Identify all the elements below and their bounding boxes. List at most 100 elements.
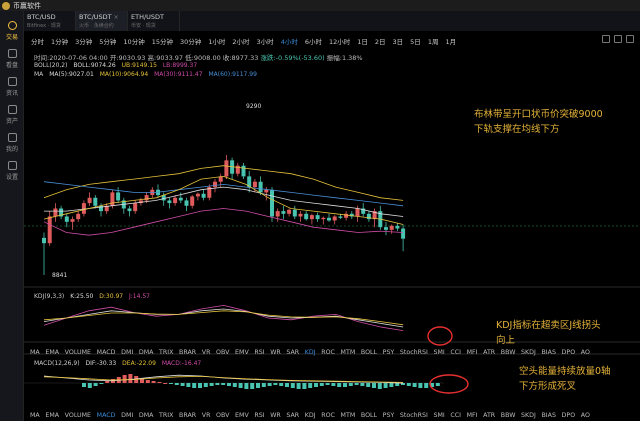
tab-btc-usd[interactable]: BTC/USD Bitfinex · 现货 [24, 11, 76, 31]
sidebar-item-market[interactable]: 看盘 [0, 49, 24, 69]
indicator-icon[interactable] [614, 35, 622, 43]
indicator-mfi[interactable]: MFI [467, 349, 478, 356]
boll-upper-line [43, 165, 404, 201]
sidebar-item-assets[interactable]: 资产 [0, 105, 24, 125]
macd-bar [99, 383, 104, 384]
macd-bar [412, 383, 417, 387]
tab-btc-usdt[interactable]: BTC/USDT × 火币 · 永续合约 [76, 11, 128, 31]
indicator-roc[interactable]: ROC [321, 349, 335, 356]
period-9[interactable]: 3小时 [257, 36, 274, 46]
indicator-brar[interactable]: BRAR [179, 349, 196, 356]
indicator-dpo[interactable]: DPO [562, 349, 576, 356]
period-1[interactable]: 1分钟 [51, 36, 68, 46]
period-17[interactable]: 1周 [428, 36, 439, 46]
sidebar-item-profile[interactable]: 我的 [0, 133, 24, 153]
indicator-emv[interactable]: EMV [235, 349, 249, 356]
period-4[interactable]: 10分钟 [123, 36, 144, 46]
indicator-ma[interactable]: MA [30, 349, 40, 356]
indicator-dmi[interactable]: DMI [121, 349, 133, 356]
settings-icon[interactable] [626, 35, 634, 43]
macd-bar [343, 383, 347, 387]
sidebar-item-settings[interactable]: 设置 [0, 161, 24, 181]
draw-tool-icon[interactable] [602, 35, 610, 43]
candle-body [332, 216, 337, 221]
period-13[interactable]: 1日 [357, 36, 368, 46]
indicator-ema[interactable]: EMA [45, 349, 59, 356]
indicator-ma[interactable]: MA [30, 412, 40, 419]
sidebar-item-trade[interactable]: 交易 [0, 21, 24, 41]
indicator-kdj[interactable]: KDJ [305, 412, 316, 419]
indicator-wr[interactable]: WR [270, 349, 281, 356]
indicator-smi[interactable]: SMI [433, 349, 444, 356]
chart-icon [7, 49, 17, 58]
indicator-volume[interactable]: VOLUME [65, 412, 91, 419]
indicator-bias[interactable]: BIAS [541, 349, 555, 356]
indicator-dmi[interactable]: DMI [121, 412, 133, 419]
indicator-psy[interactable]: PSY [383, 349, 395, 356]
indicator-ao[interactable]: AO [581, 412, 590, 419]
indicator-ema[interactable]: EMA [45, 412, 59, 419]
indicator-dpo[interactable]: DPO [562, 412, 576, 419]
period-3[interactable]: 5分钟 [99, 36, 116, 46]
period-11[interactable]: 6小时 [305, 36, 322, 46]
indicator-trix[interactable]: TRIX [159, 349, 173, 356]
indicator-bbw[interactable]: BBW [501, 412, 516, 419]
candle-body [184, 200, 189, 206]
period-15[interactable]: 3日 [393, 36, 404, 46]
period-5[interactable]: 15分钟 [152, 36, 173, 46]
indicator-roc[interactable]: ROC [321, 412, 335, 419]
indicator-vr[interactable]: VR [202, 412, 211, 419]
indicator-trix[interactable]: TRIX [159, 412, 173, 419]
indicator-mfi[interactable]: MFI [467, 412, 478, 419]
indicator-sar[interactable]: SAR [286, 412, 299, 419]
indicator-bias[interactable]: BIAS [541, 412, 555, 419]
indicator-cci[interactable]: CCI [450, 412, 461, 419]
indicator-ao[interactable]: AO [581, 349, 590, 356]
indicator-stochrsi[interactable]: StochRSI [400, 349, 428, 356]
macd-bar [256, 383, 260, 388]
indicator-mtm[interactable]: MTM [341, 412, 356, 419]
period-16[interactable]: 5日 [410, 36, 421, 46]
indicator-skdj[interactable]: SKDJ [521, 412, 536, 419]
indicator-boll[interactable]: BOLL [361, 349, 377, 356]
indicator-dma[interactable]: DMA [139, 349, 154, 356]
candle-body [241, 165, 246, 177]
indicator-bbw[interactable]: BBW [501, 349, 516, 356]
indicator-psy[interactable]: PSY [383, 412, 395, 419]
period-10[interactable]: 4小时 [281, 36, 298, 46]
indicator-brar[interactable]: BRAR [179, 412, 196, 419]
indicator-atr[interactable]: ATR [483, 349, 495, 356]
period-8[interactable]: 2小时 [232, 36, 249, 46]
indicator-stochrsi[interactable]: StochRSI [400, 412, 428, 419]
indicator-skdj[interactable]: SKDJ [521, 349, 536, 356]
period-7[interactable]: 1小时 [208, 36, 225, 46]
indicator-obv[interactable]: OBV [216, 349, 229, 356]
indicator-cci[interactable]: CCI [450, 349, 461, 356]
indicator-macd[interactable]: MACD [97, 412, 116, 419]
indicator-atr[interactable]: ATR [483, 412, 495, 419]
sidebar-item-news[interactable]: 资讯 [0, 77, 24, 97]
macd-bar [308, 383, 313, 388]
indicator-mtm[interactable]: MTM [341, 349, 356, 356]
indicator-emv[interactable]: EMV [235, 412, 249, 419]
indicator-dma[interactable]: DMA [139, 412, 154, 419]
indicator-kdj[interactable]: KDJ [305, 349, 316, 356]
indicator-sar[interactable]: SAR [286, 349, 299, 356]
period-18[interactable]: 1月 [445, 36, 456, 46]
indicator-vr[interactable]: VR [202, 349, 211, 356]
indicator-obv[interactable]: OBV [216, 412, 229, 419]
close-icon[interactable]: × [114, 14, 119, 21]
indicator-volume[interactable]: VOLUME [65, 349, 91, 356]
indicator-rsi[interactable]: RSI [254, 412, 264, 419]
indicator-wr[interactable]: WR [270, 412, 281, 419]
period-12[interactable]: 12小时 [329, 36, 350, 46]
period-14[interactable]: 2日 [375, 36, 386, 46]
indicator-macd[interactable]: MACD [97, 349, 116, 356]
indicator-smi[interactable]: SMI [433, 412, 444, 419]
period-2[interactable]: 3分钟 [75, 36, 92, 46]
indicator-rsi[interactable]: RSI [254, 349, 264, 356]
period-6[interactable]: 30分钟 [180, 36, 201, 46]
period-0[interactable]: 分时 [31, 36, 44, 46]
indicator-boll[interactable]: BOLL [361, 412, 377, 419]
tab-eth-usdt[interactable]: ETH/USDT 币安 · 现货 [128, 11, 180, 31]
